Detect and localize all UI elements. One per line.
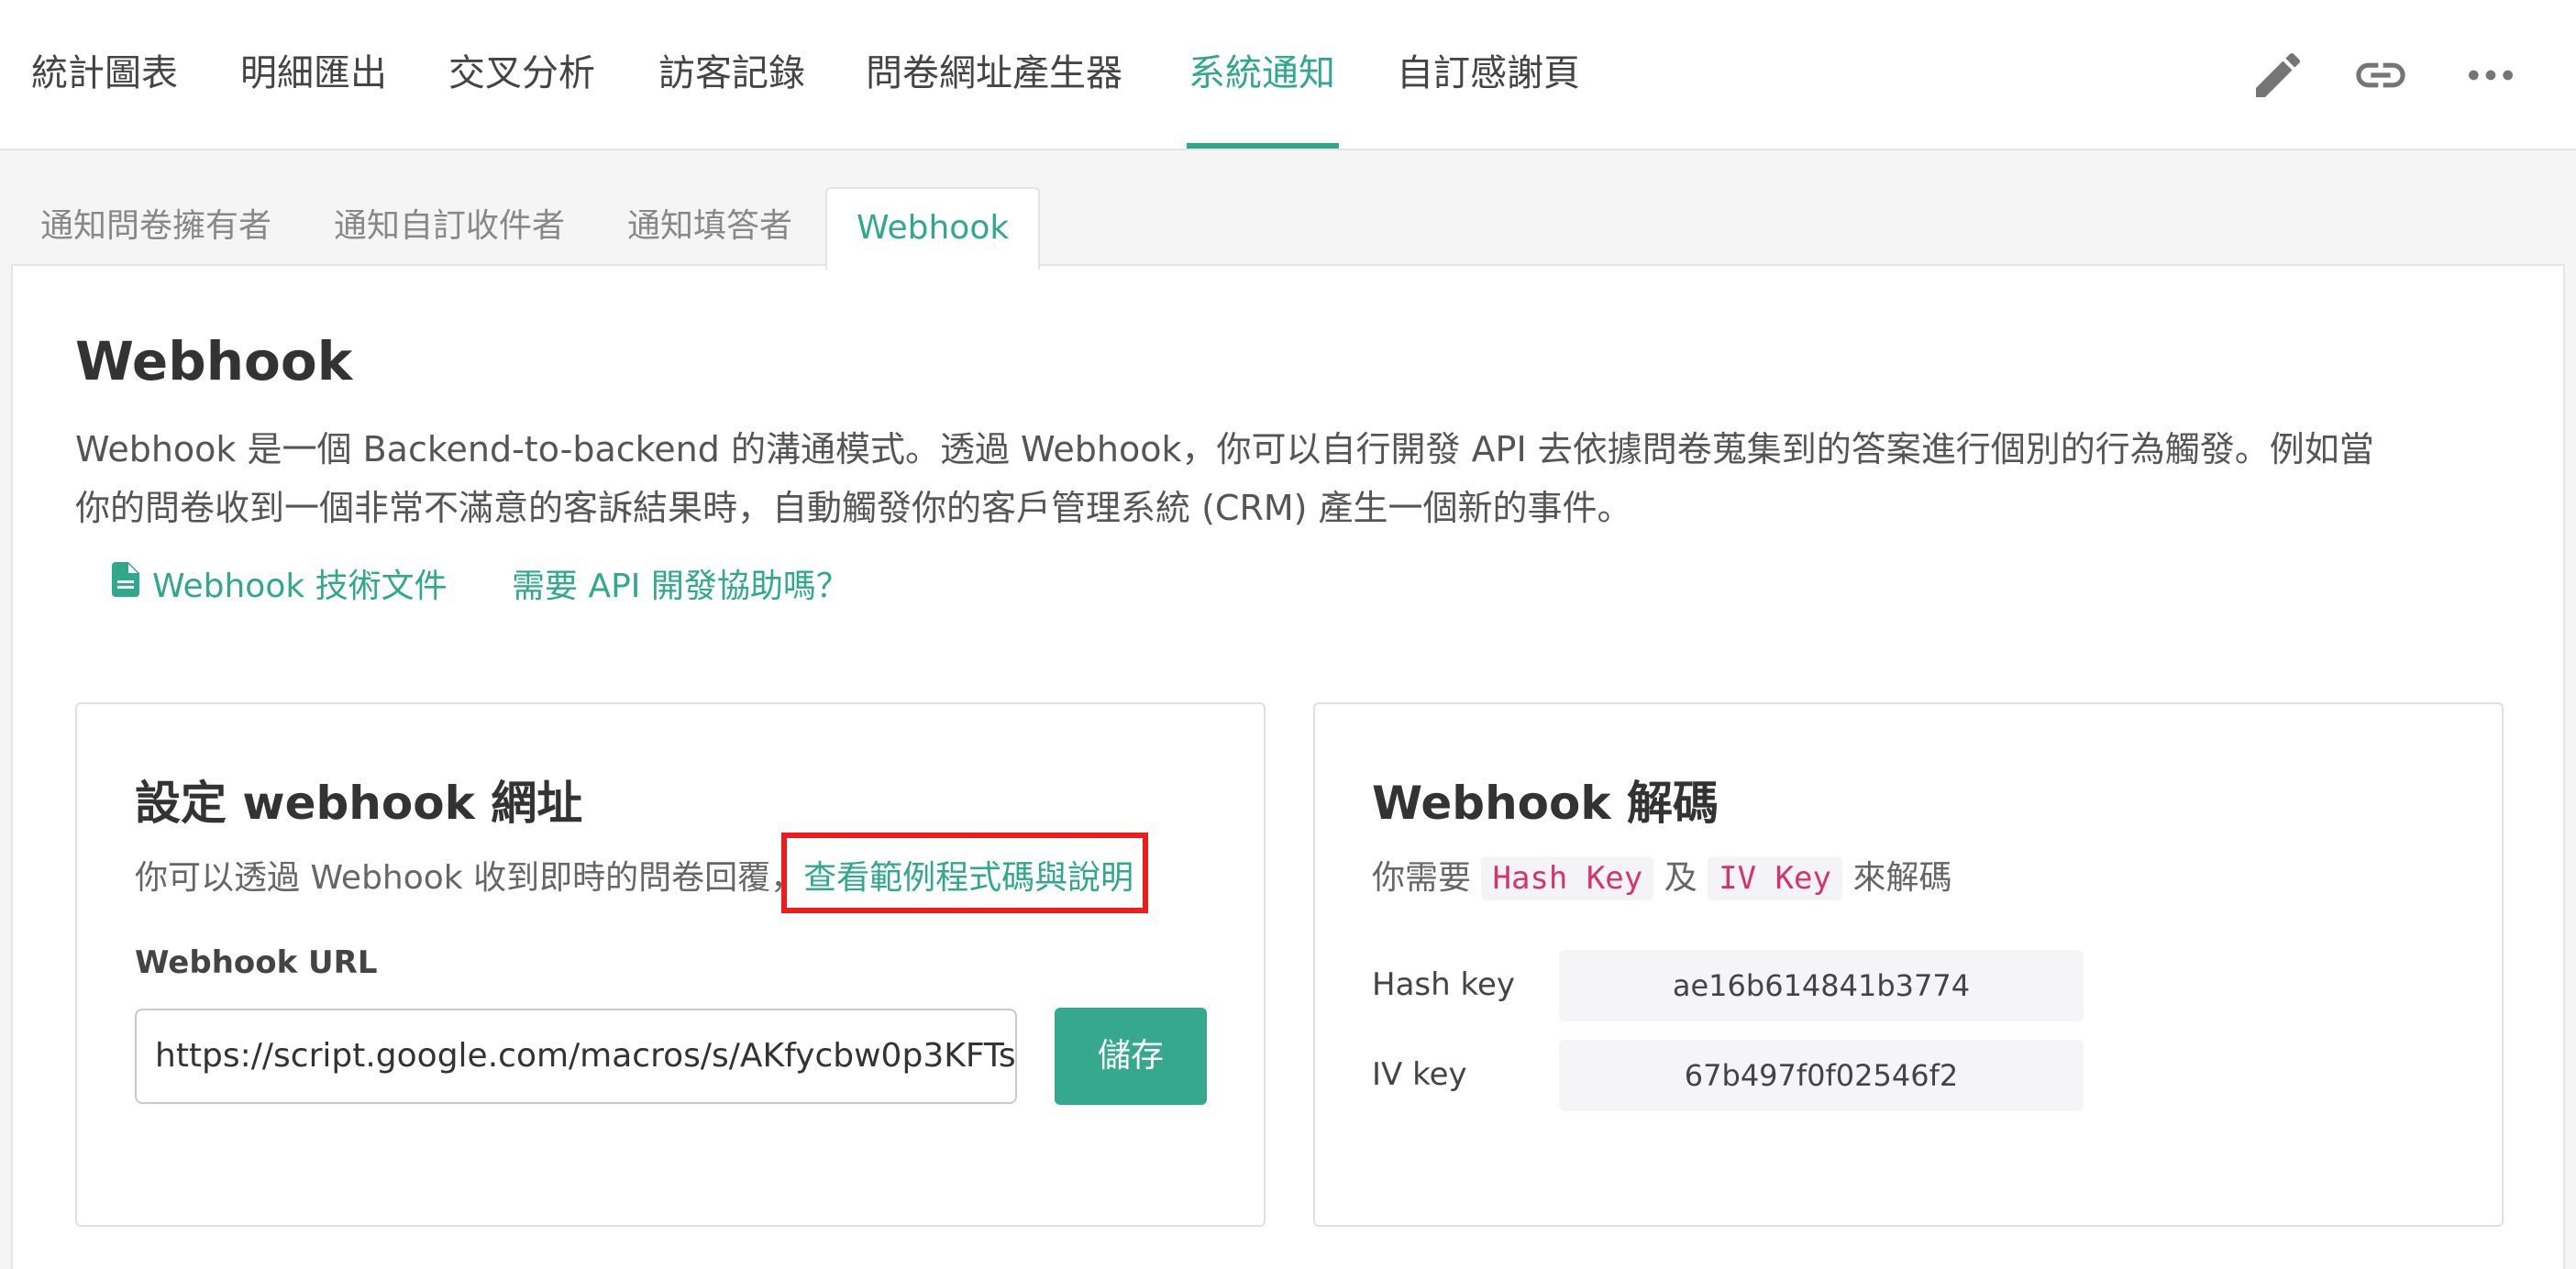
- hash-key-value: ae16b614841b3774: [1559, 950, 2084, 1021]
- top-nav: 統計圖表 明細匯出 交叉分析 訪客記錄 問卷網址產生器 系統通知 自訂感謝頁: [0, 0, 2576, 150]
- page-description: Webhook 是一個 Backend-to-backend 的溝通模式。透過 …: [75, 420, 2496, 537]
- webhook-hint-text: 你可以透過 Webhook 收到即時的問卷回覆，: [135, 859, 804, 897]
- subtab-notify-custom-recipients[interactable]: 通知自訂收件者: [334, 187, 565, 266]
- webhook-url-label: Webhook URL: [135, 944, 378, 981]
- api-help-link[interactable]: 需要 API 開發協助嗎？: [512, 559, 849, 607]
- save-button[interactable]: 儲存: [1055, 1008, 1207, 1105]
- decode-hint-prefix: 你需要: [1372, 859, 1472, 897]
- more-horizontal-icon[interactable]: [2461, 46, 2520, 105]
- subtab-webhook[interactable]: Webhook: [825, 187, 1041, 270]
- webhook-url-input[interactable]: https://script.google.com/macros/s/AKfyc…: [135, 1009, 1017, 1104]
- iv-key-value: 67b497f0f02546f2: [1559, 1040, 2084, 1111]
- iv-key-label: IV key: [1372, 1056, 1467, 1093]
- tab-cross-analysis[interactable]: 交叉分析: [448, 0, 595, 150]
- tab-url-generator[interactable]: 問卷網址產生器: [866, 0, 1122, 150]
- decode-hint-and: 及: [1664, 859, 1697, 897]
- webhook-url-card-title: 設定 webhook 網址: [135, 777, 583, 830]
- page-title: Webhook: [75, 330, 353, 392]
- tab-visitor-log[interactable]: 訪客記錄: [658, 0, 805, 150]
- description-line-2: 你的問卷收到一個非常不滿意的客訴結果時，自動觸發你的客戶管理系統 (CRM) 產…: [75, 488, 1632, 528]
- link-icon[interactable]: [2351, 46, 2410, 105]
- sample-code-link[interactable]: 查看範例程式碼與說明: [803, 859, 1133, 897]
- hash-key-code: Hash Key: [1481, 856, 1654, 900]
- webhook-docs-label: Webhook 技術文件: [152, 568, 448, 605]
- tab-system-notifications[interactable]: 系統通知: [1188, 0, 1335, 150]
- tab-statistics-charts[interactable]: 統計圖表: [31, 0, 178, 150]
- decode-hint: 你需要 Hash Key 及 IV Key 來解碼: [1372, 851, 1952, 900]
- active-tab-underline: [1187, 143, 1339, 149]
- document-icon: [112, 561, 139, 605]
- hash-key-label: Hash key: [1372, 966, 1515, 1003]
- webhook-hint: 你可以透過 Webhook 收到即時的問卷回覆，查看範例程式碼與說明: [135, 851, 1133, 899]
- pencil-icon[interactable]: [2249, 46, 2307, 105]
- decode-hint-suffix: 來解碼: [1852, 859, 1952, 897]
- subtab-notify-respondents[interactable]: 通知填答者: [627, 187, 792, 266]
- webhook-decode-card-title: Webhook 解碼: [1372, 777, 1719, 830]
- description-line-1: Webhook 是一個 Backend-to-backend 的溝通模式。透過 …: [75, 429, 2374, 469]
- tab-detail-export[interactable]: 明細匯出: [240, 0, 387, 150]
- tab-custom-thank-you-page[interactable]: 自訂感謝頁: [1397, 0, 1580, 150]
- webhook-docs-link[interactable]: Webhook 技術文件: [112, 559, 448, 607]
- subtab-notify-owner[interactable]: 通知問卷擁有者: [40, 187, 271, 266]
- iv-key-code: IV Key: [1708, 856, 1842, 900]
